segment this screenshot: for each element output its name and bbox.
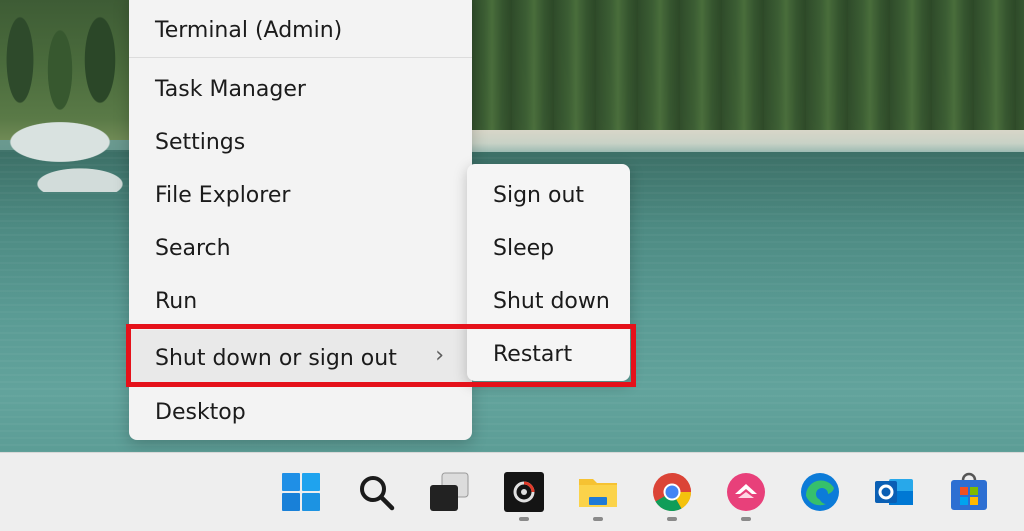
quick-link-menu: Terminal (Admin) Task Manager Settings F… [129,0,472,440]
menu-item-label: Run [155,288,198,314]
menu-item-desktop[interactable]: Desktop [129,387,472,437]
running-indicator [593,517,603,521]
outlook-icon[interactable] [873,471,915,513]
submenu-item-sleep[interactable]: Sleep [467,223,630,273]
running-indicator [519,517,529,521]
wallpaper-forest-right [470,0,1024,135]
microsoft-store-icon[interactable] [948,471,990,513]
windows-start-icon[interactable] [280,471,322,513]
menu-item-label: Terminal (Admin) [155,17,343,43]
chrome-icon[interactable] [651,471,693,513]
menu-item-file-explorer[interactable]: File Explorer [129,170,472,220]
menu-item-run[interactable]: Run [129,276,472,326]
shut-down-submenu: Sign out Sleep Shut down Restart [467,164,630,381]
obs-recorder-icon[interactable] [503,471,545,513]
submenu-item-shut-down[interactable]: Shut down [467,276,630,326]
edge-icon[interactable] [799,471,841,513]
chevron-right-icon: › [435,343,444,368]
menu-item-search[interactable]: Search [129,223,472,273]
menu-item-label: Shut down or sign out [155,345,397,371]
menu-item-settings[interactable]: Settings [129,117,472,167]
menu-item-label: File Explorer [155,182,291,208]
menu-item-label: Desktop [155,399,246,425]
search-icon[interactable] [355,471,397,513]
menu-item-terminal-admin[interactable]: Terminal (Admin) [129,5,472,55]
menu-divider [129,57,472,58]
submenu-item-restart[interactable]: Restart [467,329,630,379]
menu-item-label: Search [155,235,231,261]
menu-item-label: Shut down [493,288,610,314]
menu-item-task-manager[interactable]: Task Manager [129,64,472,114]
file-explorer-icon[interactable] [577,471,619,513]
task-view-icon[interactable] [428,471,470,513]
menu-item-label: Sleep [493,235,555,261]
running-indicator [667,517,677,521]
running-indicator [741,517,751,521]
snagit-icon[interactable] [725,471,767,513]
wallpaper-snow-rocks [0,112,130,192]
menu-item-label: Sign out [493,182,585,208]
menu-item-shut-down-or-sign-out[interactable]: Shut down or sign out › [129,330,472,386]
menu-item-label: Task Manager [155,76,306,102]
menu-item-label: Restart [493,341,573,367]
wallpaper-shore [470,130,1024,152]
submenu-item-sign-out[interactable]: Sign out [467,170,630,220]
menu-item-label: Settings [155,129,246,155]
taskbar [0,452,1024,531]
